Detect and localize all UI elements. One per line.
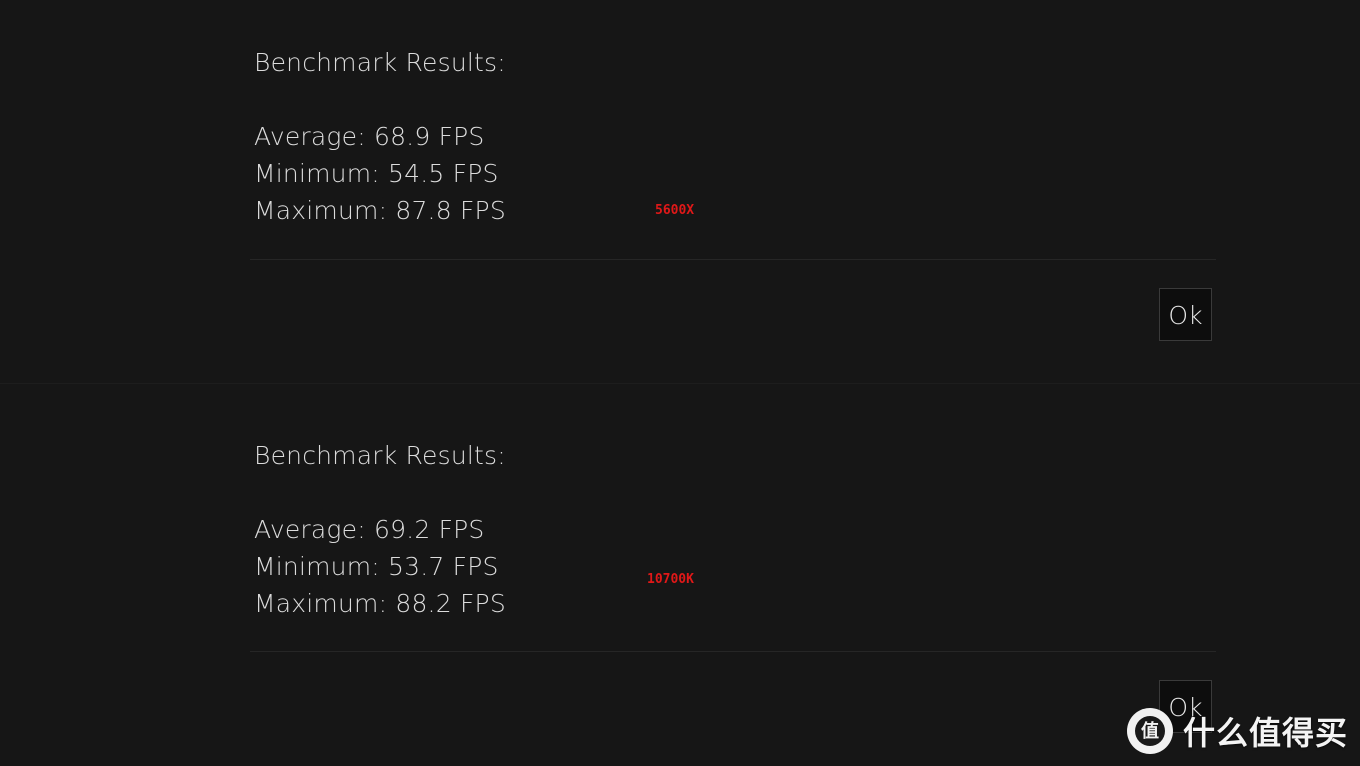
benchmark-screen: Benchmark Results: Average: 68.9 FPS Min… xyxy=(0,0,1360,766)
watermark: 值 什么值得买 xyxy=(1126,708,1348,754)
average-fps: Average: 68.9 FPS xyxy=(254,122,485,151)
smzdm-logo-icon: 值 xyxy=(1126,708,1173,754)
divider xyxy=(250,651,1216,652)
results-heading: Benchmark Results: xyxy=(254,48,506,77)
minimum-fps: Minimum: 54.5 FPS xyxy=(254,159,499,188)
benchmark-results: Benchmark Results: Average: 69.2 FPS Min… xyxy=(254,437,506,622)
average-fps: Average: 69.2 FPS xyxy=(254,515,485,544)
benchmark-panel-top: Benchmark Results: Average: 68.9 FPS Min… xyxy=(0,0,1360,383)
svg-text:值: 值 xyxy=(1141,720,1159,742)
maximum-fps: Maximum: 88.2 FPS xyxy=(254,589,506,618)
maximum-fps: Maximum: 87.8 FPS xyxy=(254,196,506,225)
cpu-annotation: 5600X xyxy=(655,203,695,218)
cpu-annotation: 10700K xyxy=(647,572,694,587)
ok-button[interactable]: Ok xyxy=(1159,288,1212,341)
divider xyxy=(250,259,1216,260)
minimum-fps: Minimum: 53.7 FPS xyxy=(254,552,499,581)
watermark-text: 什么值得买 xyxy=(1182,714,1348,752)
benchmark-results: Benchmark Results: Average: 68.9 FPS Min… xyxy=(254,44,506,229)
results-heading: Benchmark Results: xyxy=(254,441,506,470)
